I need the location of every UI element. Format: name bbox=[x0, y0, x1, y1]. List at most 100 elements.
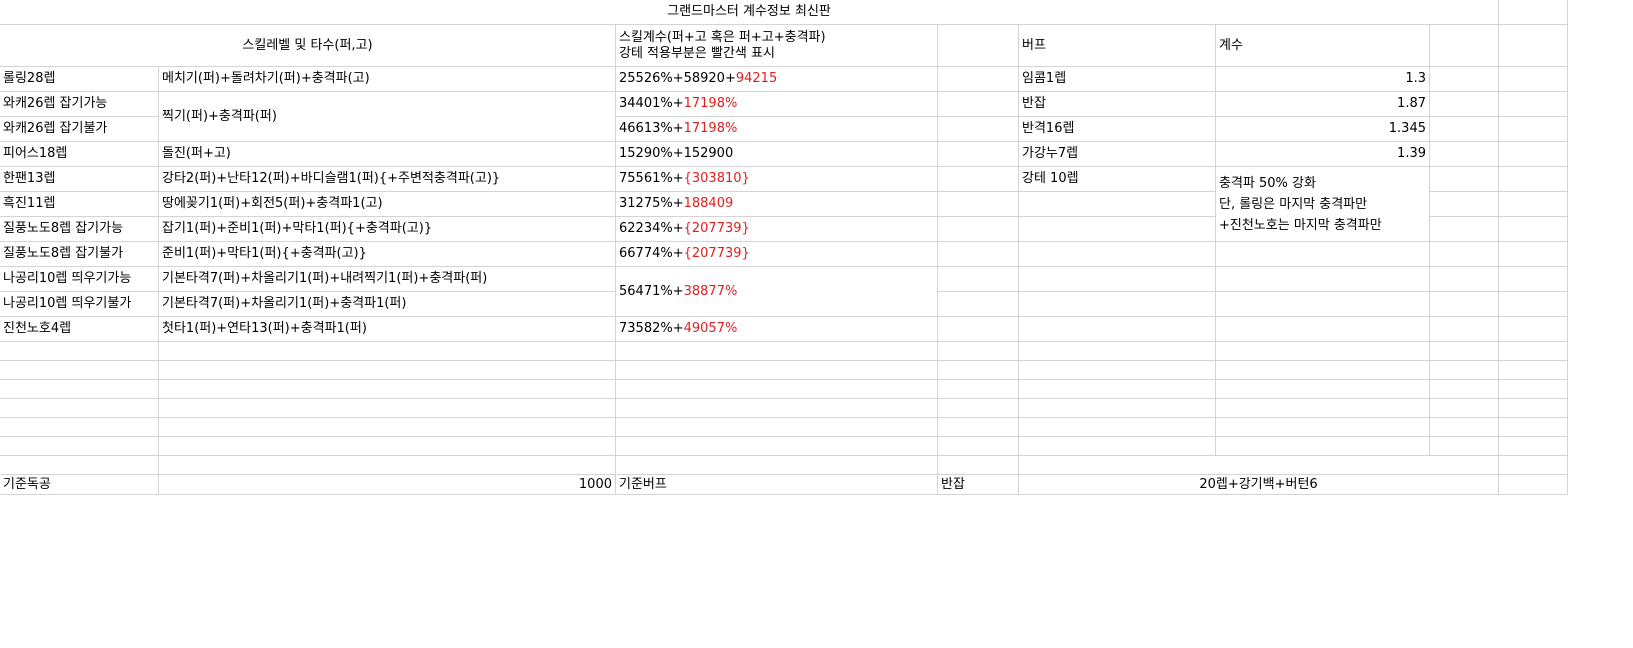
empty-cell[interactable] bbox=[616, 437, 938, 456]
empty-cell[interactable] bbox=[1499, 217, 1568, 242]
empty-cell[interactable] bbox=[1019, 418, 1216, 437]
buff-name-cell[interactable]: 반잡 bbox=[1019, 92, 1216, 117]
empty-cell[interactable] bbox=[938, 317, 1019, 342]
empty-cell[interactable] bbox=[1216, 437, 1430, 456]
header-coef[interactable]: 계수 bbox=[1216, 25, 1430, 67]
skill-coef-cell[interactable]: 25526%+58920+ 94215 bbox=[616, 67, 938, 92]
empty-cell[interactable] bbox=[616, 418, 938, 437]
empty-cell[interactable] bbox=[0, 361, 159, 380]
empty-cell[interactable] bbox=[0, 399, 159, 418]
empty-cell[interactable] bbox=[1499, 142, 1568, 167]
empty-cell[interactable] bbox=[938, 418, 1019, 437]
skill-hits-cell[interactable]: 땅에꽂기1(퍼)+회전5(퍼)+충격파1(고) bbox=[159, 192, 616, 217]
empty-cell[interactable] bbox=[616, 456, 938, 475]
buff-value-cell[interactable]: 1.87 bbox=[1216, 92, 1430, 117]
empty-cell[interactable] bbox=[0, 437, 159, 456]
skill-hits-cell[interactable]: 잡기1(퍼)+준비1(퍼)+막타1(퍼){+충격파(고)} bbox=[159, 217, 616, 242]
footer-buff-label[interactable]: 기준버프 bbox=[616, 475, 938, 495]
skill-coef-cell[interactable]: 73582%+ 49057% bbox=[616, 317, 938, 342]
empty-cell[interactable] bbox=[159, 342, 616, 361]
empty-cell[interactable] bbox=[938, 167, 1019, 192]
sheet-title[interactable]: 그랜드마스터 계수정보 최신판 bbox=[0, 0, 1499, 25]
buff-name-cell[interactable]: 임콤1렙 bbox=[1019, 67, 1216, 92]
empty-cell[interactable] bbox=[1499, 0, 1568, 25]
empty-cell[interactable] bbox=[938, 399, 1019, 418]
buff-name-cell[interactable]: 가강누7렙 bbox=[1019, 142, 1216, 167]
empty-cell[interactable] bbox=[1499, 437, 1568, 456]
empty-cell[interactable] bbox=[938, 67, 1019, 92]
empty-cell[interactable] bbox=[1430, 418, 1499, 437]
empty-cell[interactable] bbox=[938, 292, 1019, 317]
empty-cell[interactable] bbox=[1430, 92, 1499, 117]
empty-cell[interactable] bbox=[938, 242, 1019, 267]
empty-cell[interactable] bbox=[938, 342, 1019, 361]
empty-cell[interactable] bbox=[1499, 242, 1568, 267]
empty-cell[interactable] bbox=[159, 418, 616, 437]
empty-cell[interactable] bbox=[1216, 380, 1430, 399]
skill-name-cell[interactable]: 피어스18렙 bbox=[0, 142, 159, 167]
empty-cell[interactable] bbox=[1430, 317, 1499, 342]
empty-cell[interactable] bbox=[616, 399, 938, 418]
empty-cell[interactable] bbox=[938, 361, 1019, 380]
skill-hits-cell[interactable]: 준비1(퍼)+막타1(퍼){+충격파(고)} bbox=[159, 242, 616, 267]
empty-cell[interactable] bbox=[1019, 217, 1216, 242]
buff-name-cell[interactable]: 강테 10렙 bbox=[1019, 167, 1216, 192]
empty-cell[interactable] bbox=[938, 456, 1019, 475]
empty-cell[interactable] bbox=[616, 342, 938, 361]
empty-cell[interactable] bbox=[1430, 292, 1499, 317]
skill-name-cell[interactable]: 질풍노도8렙 잡기불가 bbox=[0, 242, 159, 267]
empty-cell[interactable] bbox=[1499, 399, 1568, 418]
empty-cell[interactable] bbox=[1019, 267, 1216, 292]
skill-hits-cell[interactable]: 메치기(퍼)+돌려차기(퍼)+충격파(고) bbox=[159, 67, 616, 92]
empty-cell[interactable] bbox=[1499, 418, 1568, 437]
empty-cell[interactable] bbox=[1019, 242, 1216, 267]
empty-cell[interactable] bbox=[1430, 267, 1499, 292]
empty-cell[interactable] bbox=[1499, 25, 1568, 67]
buff-value-cell[interactable]: 1.39 bbox=[1216, 142, 1430, 167]
footer-stat-label[interactable]: 기준독공 bbox=[0, 475, 159, 495]
skill-hits-cell[interactable]: 강타2(퍼)+난타12(퍼)+바디슬램1(퍼){+주변적충격파(고)} bbox=[159, 167, 616, 192]
empty-cell[interactable] bbox=[1019, 456, 1499, 475]
empty-cell[interactable] bbox=[1430, 67, 1499, 92]
empty-cell[interactable] bbox=[938, 380, 1019, 399]
note-cell[interactable]: 충격파 50% 강화 단, 롤링은 마지막 충격파만 +진천노호는 마지막 충격파만 bbox=[1216, 167, 1430, 242]
empty-cell[interactable] bbox=[616, 380, 938, 399]
empty-cell[interactable] bbox=[1499, 192, 1568, 217]
skill-hits-cell[interactable]: 기본타격7(퍼)+차올리기1(퍼)+충격파1(퍼) bbox=[159, 292, 616, 317]
empty-cell[interactable] bbox=[1499, 475, 1568, 495]
empty-cell[interactable] bbox=[938, 267, 1019, 292]
empty-cell[interactable] bbox=[1216, 342, 1430, 361]
empty-cell[interactable] bbox=[1499, 342, 1568, 361]
empty-cell[interactable] bbox=[1216, 361, 1430, 380]
empty-cell[interactable] bbox=[159, 456, 616, 475]
empty-cell[interactable] bbox=[1499, 317, 1568, 342]
empty-cell[interactable] bbox=[1499, 380, 1568, 399]
empty-cell[interactable] bbox=[938, 117, 1019, 142]
empty-cell[interactable] bbox=[1499, 361, 1568, 380]
buff-name-cell[interactable]: 반격16렙 bbox=[1019, 117, 1216, 142]
empty-cell[interactable] bbox=[1019, 342, 1216, 361]
skill-coef-cell[interactable]: 62234%+ {207739} bbox=[616, 217, 938, 242]
empty-cell[interactable] bbox=[938, 92, 1019, 117]
skill-name-cell[interactable]: 와캐26렙 잡기가능 bbox=[0, 92, 159, 117]
skill-name-cell[interactable]: 흑진11렙 bbox=[0, 192, 159, 217]
skill-name-cell[interactable]: 한팬13렙 bbox=[0, 167, 159, 192]
empty-cell[interactable] bbox=[1216, 242, 1430, 267]
empty-cell[interactable] bbox=[1499, 92, 1568, 117]
skill-coef-cell[interactable]: 15290%+152900 bbox=[616, 142, 938, 167]
empty-cell[interactable] bbox=[1019, 361, 1216, 380]
footer-buff-name[interactable]: 반잡 bbox=[938, 475, 1019, 495]
buff-value-cell[interactable]: 1.3 bbox=[1216, 67, 1430, 92]
empty-cell[interactable] bbox=[1019, 292, 1216, 317]
empty-cell[interactable] bbox=[1216, 267, 1430, 292]
skill-coef-cell[interactable]: 75561%+ {303810} bbox=[616, 167, 938, 192]
empty-cell[interactable] bbox=[1499, 167, 1568, 192]
empty-cell[interactable] bbox=[1430, 380, 1499, 399]
empty-cell[interactable] bbox=[616, 361, 938, 380]
skill-hits-cell[interactable]: 돌진(퍼+고) bbox=[159, 142, 616, 167]
empty-cell[interactable] bbox=[1499, 117, 1568, 142]
empty-cell[interactable] bbox=[1216, 292, 1430, 317]
skill-name-cell[interactable]: 진천노호4렙 bbox=[0, 317, 159, 342]
empty-cell[interactable] bbox=[1430, 167, 1499, 192]
empty-cell[interactable] bbox=[1216, 399, 1430, 418]
